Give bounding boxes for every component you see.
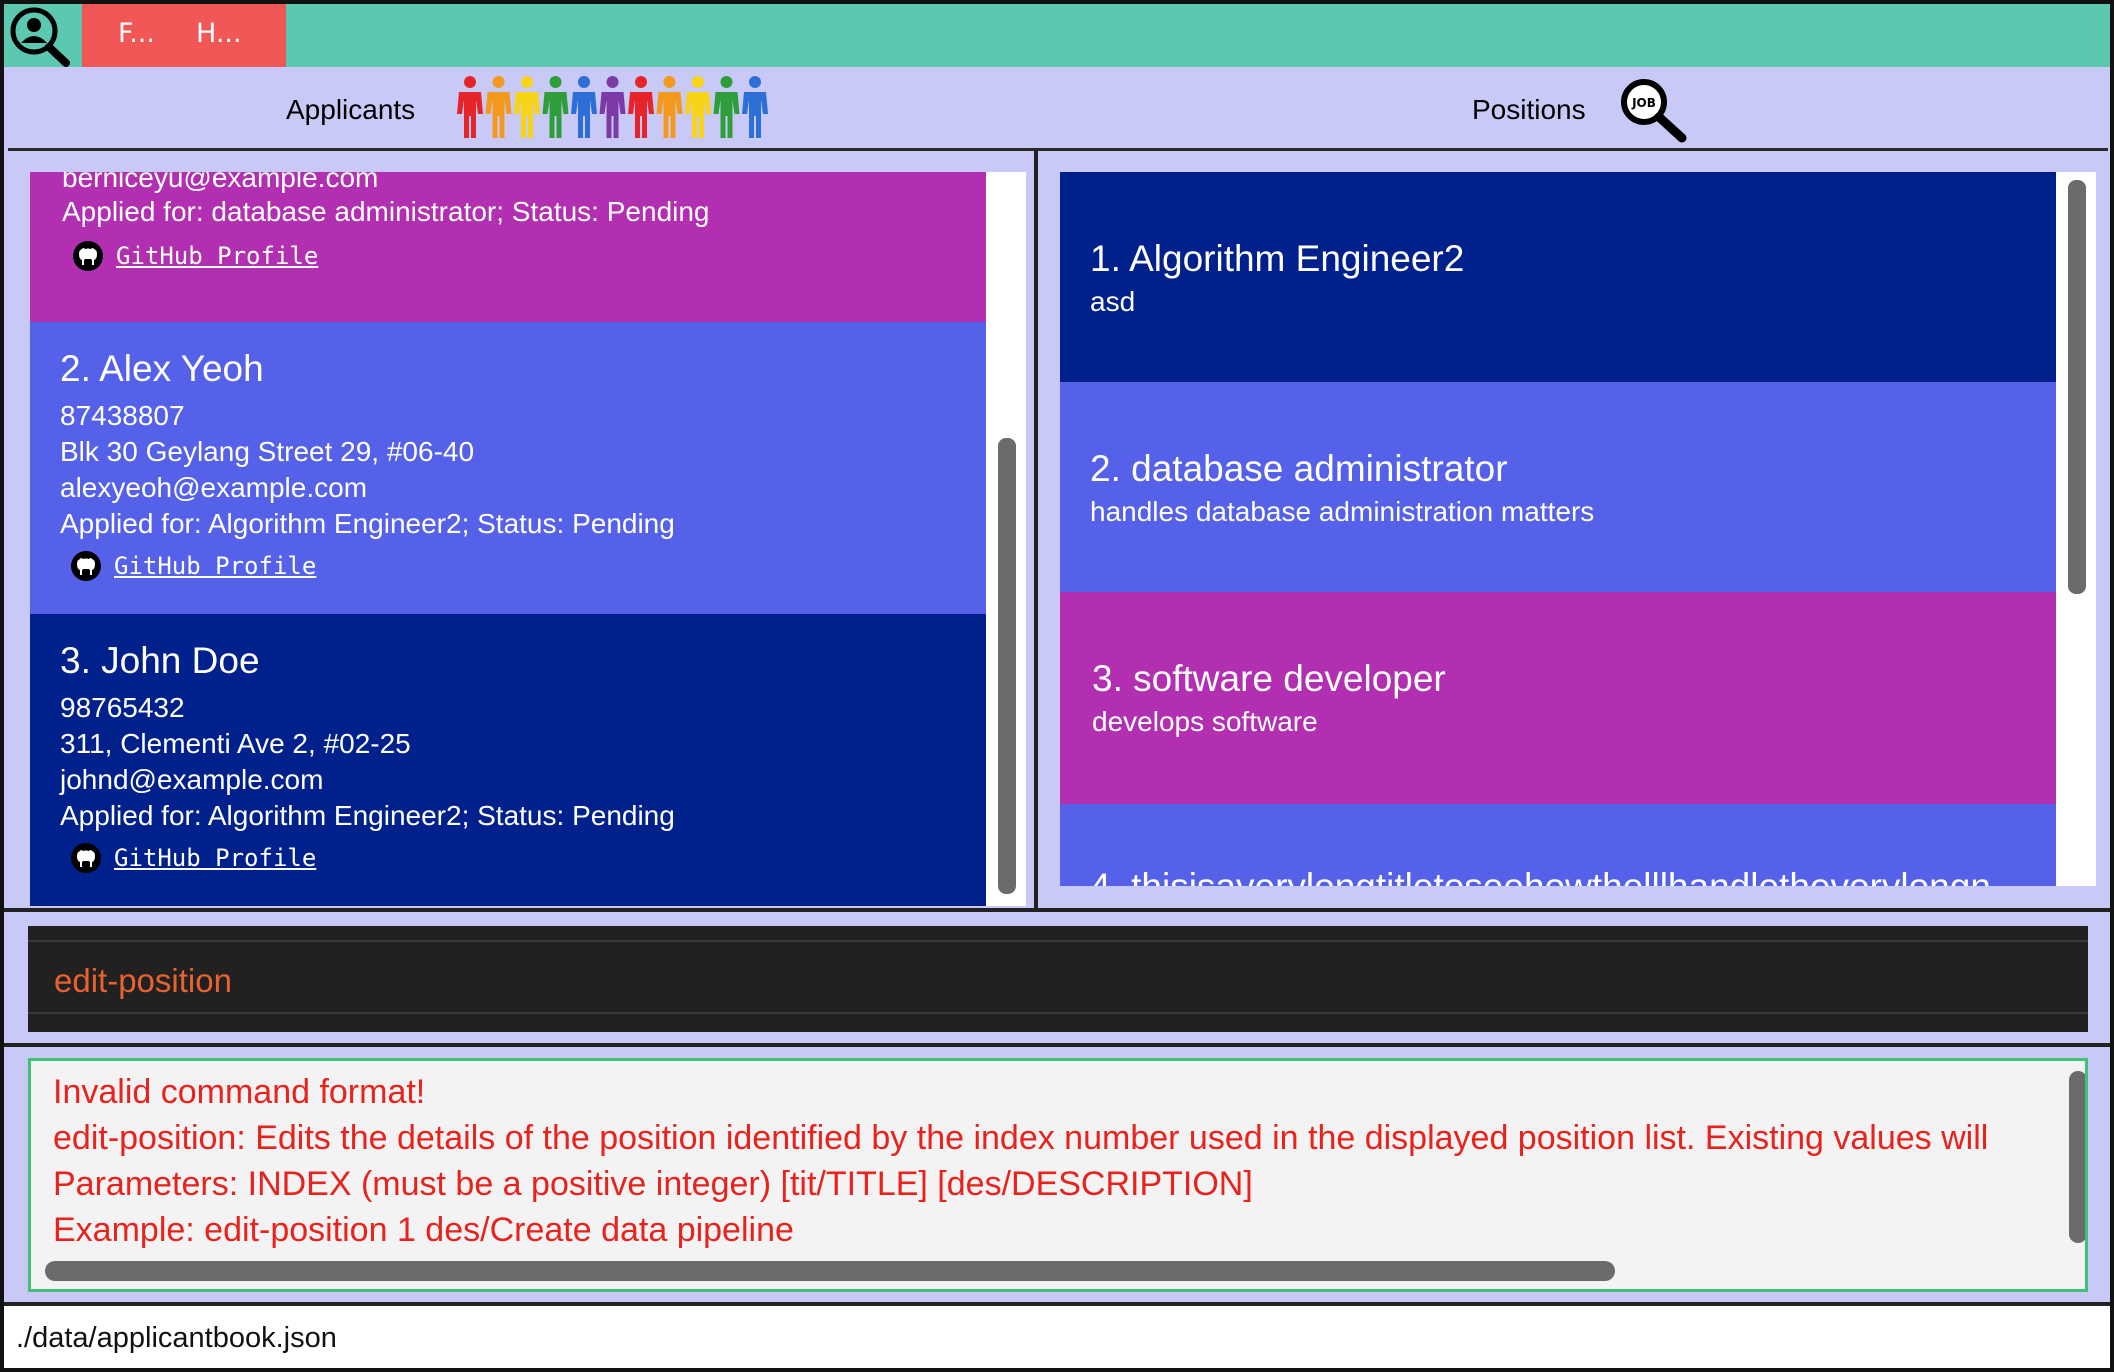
github-profile-link[interactable]: GitHub Profile bbox=[114, 844, 316, 872]
applicant-card-2[interactable]: 2. Alex Yeoh 87438807 Blk 30 Geylang Str… bbox=[30, 322, 986, 614]
positions-heading: Positions bbox=[1472, 94, 1586, 125]
menu-file[interactable]: F... bbox=[118, 18, 155, 49]
result-line: Example: edit-position 1 des/Create data… bbox=[53, 1211, 794, 1249]
position-description: asd bbox=[1090, 286, 1136, 317]
applicant-address: 311, Clementi Ave 2, #02-25 bbox=[60, 728, 411, 759]
result-line: Parameters: INDEX (must be a positive in… bbox=[53, 1165, 1253, 1203]
menu-bar bbox=[4, 4, 2110, 67]
command-input-border bbox=[28, 940, 2088, 942]
position-card-2[interactable]: 2. database administrator handles databa… bbox=[1060, 382, 2056, 592]
applicant-card-1[interactable]: berniceyu@example.com Applied for: datab… bbox=[30, 172, 986, 322]
position-card-3[interactable]: 3. software developer develops software bbox=[1060, 592, 2056, 804]
position-title: 3. software developer bbox=[1092, 658, 1446, 699]
applicant-card-3[interactable]: 3. John Doe 98765432 311, Clementi Ave 2… bbox=[30, 614, 986, 906]
github-icon bbox=[71, 551, 101, 581]
applicant-scrollbar[interactable] bbox=[986, 172, 1026, 906]
result-display[interactable]: Invalid command format! edit-position: E… bbox=[28, 1058, 2088, 1292]
people-icon bbox=[457, 76, 768, 138]
menu-help[interactable]: H... bbox=[196, 18, 242, 49]
github-icon bbox=[73, 241, 103, 271]
job-search-icon: JOB bbox=[1621, 79, 1687, 143]
applicant-name: 3. John Doe bbox=[60, 640, 260, 681]
menu-block: F... H... bbox=[82, 4, 286, 67]
panel-divider bbox=[1034, 150, 1038, 912]
panel-header-row: Applicants Positions JOB bbox=[8, 70, 2108, 151]
github-link-row: GitHub Profile bbox=[70, 550, 316, 582]
job-badge-text: JOB bbox=[1631, 96, 1656, 110]
position-scroll-thumb[interactable] bbox=[2068, 180, 2086, 594]
applicant-phone: 98765432 bbox=[60, 692, 185, 723]
position-description: develops software bbox=[1092, 706, 1318, 737]
applicant-list-panel: berniceyu@example.com Applied for: datab… bbox=[10, 152, 1034, 908]
result-line: Invalid command format! bbox=[53, 1073, 426, 1111]
applicants-heading: Applicants bbox=[286, 94, 416, 125]
status-bar: ./data/applicantbook.json bbox=[4, 1306, 2110, 1368]
position-title: 4. thisisaverylongtitletoseehowthelllhan… bbox=[1090, 866, 1991, 886]
command-input-border bbox=[28, 1012, 2088, 1014]
github-link-row: GitHub Profile bbox=[72, 240, 318, 272]
applicant-applied: Applied for: Algorithm Engineer2; Status… bbox=[60, 508, 675, 539]
app-logo-icon bbox=[10, 7, 70, 67]
command-area: edit-position bbox=[10, 914, 2108, 1042]
applicant-applied: Applied for: Algorithm Engineer2; Status… bbox=[60, 800, 675, 831]
github-icon bbox=[71, 843, 101, 873]
applicant-applied: Applied for: database administrator; Sta… bbox=[62, 196, 710, 227]
position-title: 2. database administrator bbox=[1090, 448, 1508, 489]
position-title: 1. Algorithm Engineer2 bbox=[1090, 238, 1465, 279]
command-input[interactable]: edit-position bbox=[28, 926, 2088, 1032]
divider bbox=[4, 908, 2110, 912]
applicant-name: 2. Alex Yeoh bbox=[60, 348, 264, 389]
position-card-4[interactable]: 4. thisisaverylongtitletoseehowthelllhan… bbox=[1060, 804, 2056, 886]
applicant-email: alexyeoh@example.com bbox=[60, 472, 368, 503]
position-description: handles database administration matters bbox=[1090, 496, 1595, 527]
result-line: edit-position: Edits the details of the … bbox=[53, 1119, 1989, 1157]
divider bbox=[4, 1043, 2110, 1047]
applicant-phone: 87438807 bbox=[60, 400, 185, 431]
app-window: F... H... Applicants Positions JOB berni… bbox=[0, 0, 2114, 1372]
applicant-scroll-thumb[interactable] bbox=[998, 438, 1016, 894]
applicant-address: Blk 30 Geylang Street 29, #06-40 bbox=[60, 436, 475, 467]
position-card-1[interactable]: 1. Algorithm Engineer2 asd bbox=[1060, 172, 2056, 382]
save-location: ./data/applicantbook.json bbox=[16, 1322, 337, 1354]
applicant-email: johnd@example.com bbox=[60, 764, 324, 795]
position-list-panel: 1. Algorithm Engineer2 asd 2. database a… bbox=[1040, 152, 2106, 908]
github-link-row: GitHub Profile bbox=[70, 842, 316, 874]
result-horizontal-scrollbar[interactable] bbox=[45, 1261, 1615, 1281]
result-area: Invalid command format! edit-position: E… bbox=[10, 1048, 2108, 1302]
command-input-value: edit-position bbox=[54, 962, 232, 999]
github-profile-link[interactable]: GitHub Profile bbox=[114, 552, 316, 580]
applicant-email: berniceyu@example.com bbox=[62, 172, 379, 193]
position-scrollbar[interactable] bbox=[2056, 172, 2096, 886]
github-profile-link[interactable]: GitHub Profile bbox=[116, 242, 318, 270]
result-vertical-scrollbar[interactable] bbox=[2069, 1071, 2085, 1243]
